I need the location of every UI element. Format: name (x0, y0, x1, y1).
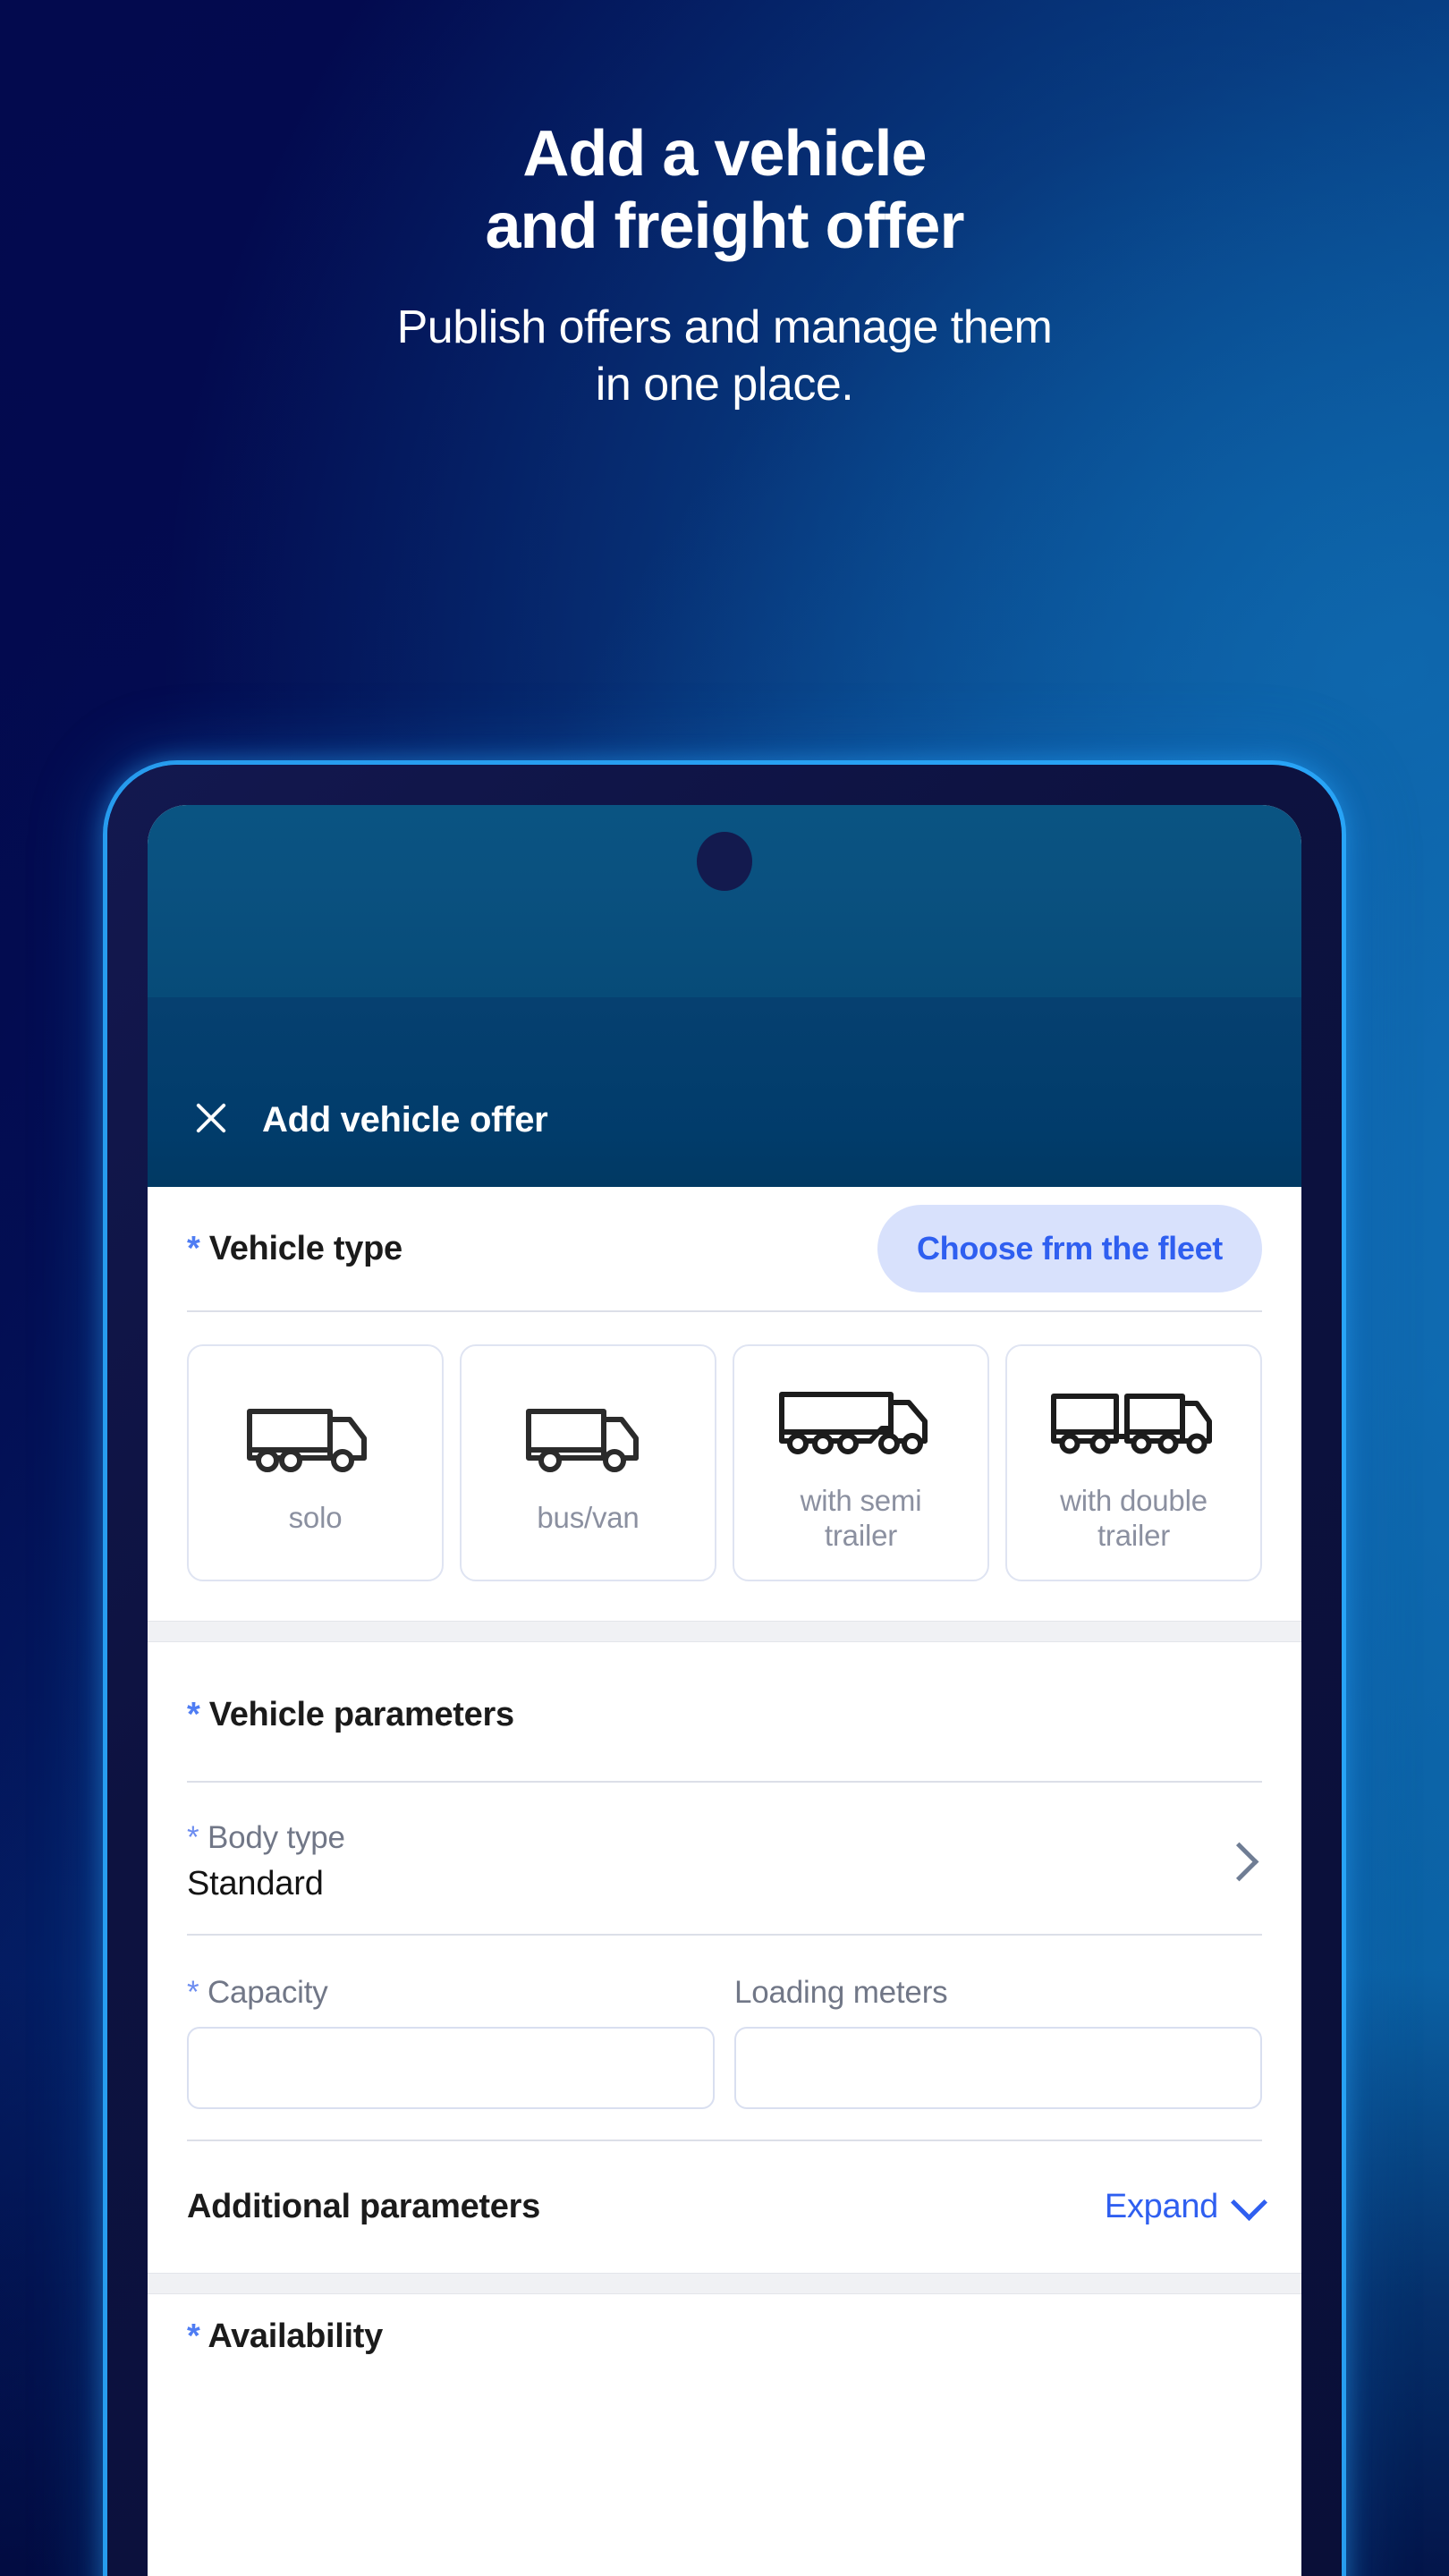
availability-label-text: Availability (208, 2318, 383, 2355)
promo-screenshot: Add a vehicle and freight offer Publish … (0, 0, 1449, 2576)
body-type-label-text: Body type (207, 1820, 345, 1855)
loading-meters-field: Loading meters (734, 1975, 1262, 2109)
subtitle-line-1: Publish offers and manage them (396, 301, 1053, 354)
label-line-2: trailer (1097, 1518, 1171, 1552)
loading-meters-input[interactable] (734, 2027, 1262, 2109)
truck-semi-trailer-icon (776, 1373, 946, 1471)
required-asterisk: * (187, 1696, 200, 1733)
truck-double-trailer-icon (1048, 1373, 1220, 1471)
headline-line-1: Add a vehicle (522, 118, 927, 190)
vehicle-type-card-label: with semi trailer (797, 1484, 926, 1554)
page-title: Add a vehicle and freight offer (0, 118, 1449, 262)
subtitle-line-2: in one place. (595, 358, 854, 411)
chevron-down-icon (1230, 2183, 1268, 2222)
choose-from-fleet-button[interactable]: Choose frm the fleet (877, 1205, 1262, 1292)
required-asterisk: * (187, 2318, 200, 2355)
additional-parameters-row: Additional parameters Expand (148, 2141, 1301, 2273)
vehicle-type-card-label: bus/van (537, 1501, 640, 1535)
body-type-label: * Body type (187, 1820, 345, 1856)
capacity-input[interactable] (187, 2027, 715, 2109)
truck-solo-icon (244, 1390, 387, 1488)
app-bar: Add vehicle offer (148, 997, 1301, 1187)
vehicle-type-card-bus-van[interactable]: bus/van (460, 1344, 716, 1581)
promo-copy: Add a vehicle and freight offer Publish … (0, 118, 1449, 413)
section-separator-bottom (148, 2273, 1301, 2294)
phone-screen: Add vehicle offer * Vehicle type Choose … (148, 805, 1301, 2576)
status-bar-area (148, 805, 1301, 997)
expand-button[interactable]: Expand (1104, 2183, 1268, 2226)
vehicle-type-card-label: solo (288, 1501, 343, 1535)
front-camera-punch-hole (697, 832, 752, 891)
close-icon[interactable] (191, 1097, 232, 1139)
phone-mockup: Add vehicle offer * Vehicle type Choose … (107, 765, 1342, 2576)
required-asterisk: * (187, 1229, 200, 1267)
label-line-1: with double (1060, 1483, 1208, 1517)
chevron-right-icon[interactable] (1219, 1842, 1259, 1882)
vehicle-type-card-list: solo bus/van with semi trailer with doub… (148, 1312, 1301, 1621)
form-sheet: * Vehicle type Choose frm the fleet solo… (148, 1187, 1301, 2576)
label-line-2: trailer (824, 1518, 898, 1552)
vehicle-type-label-text: Vehicle type (208, 1229, 402, 1267)
required-asterisk: * (187, 1820, 199, 1855)
capacity-label: * Capacity (187, 1975, 715, 2011)
expand-label: Expand (1104, 2188, 1218, 2225)
additional-parameters-label: Additional parameters (187, 2188, 540, 2225)
capacity-field: * Capacity (187, 1975, 715, 2109)
vehicle-type-card-solo[interactable]: solo (187, 1344, 444, 1581)
availability-section-cut-off: * Availability (148, 2294, 1301, 2356)
section-separator (148, 1621, 1301, 1642)
vehicle-parameters-title-text: Vehicle parameters (208, 1696, 514, 1733)
capacity-loading-row: * Capacity Loading meters (148, 1936, 1301, 2140)
loading-meters-label: Loading meters (734, 1975, 948, 2010)
body-type-value: Standard (187, 1865, 324, 1902)
app-bar-title: Add vehicle offer (262, 1100, 548, 1140)
availability-label: * Availability (187, 2318, 383, 2355)
vehicle-type-card-label: with double trailer (1056, 1484, 1211, 1554)
vehicle-type-header: * Vehicle type Choose frm the fleet (148, 1187, 1301, 1310)
body-type-row[interactable]: * Body type Standard (148, 1783, 1301, 1934)
label-line-1: with semi (800, 1483, 922, 1517)
page-subtitle: Publish offers and manage them in one pl… (0, 300, 1449, 413)
vehicle-type-label: * Vehicle type (187, 1230, 402, 1268)
vehicle-type-card-double-trailer[interactable]: with double trailer (1005, 1344, 1262, 1581)
headline-line-2: and freight offer (485, 190, 965, 262)
truck-bus-van-icon (521, 1390, 656, 1488)
capacity-label-text: Capacity (207, 1975, 328, 2010)
required-asterisk: * (187, 1975, 199, 2010)
vehicle-type-card-semi-trailer[interactable]: with semi trailer (733, 1344, 989, 1581)
vehicle-parameters-title: * Vehicle parameters (148, 1642, 1301, 1781)
